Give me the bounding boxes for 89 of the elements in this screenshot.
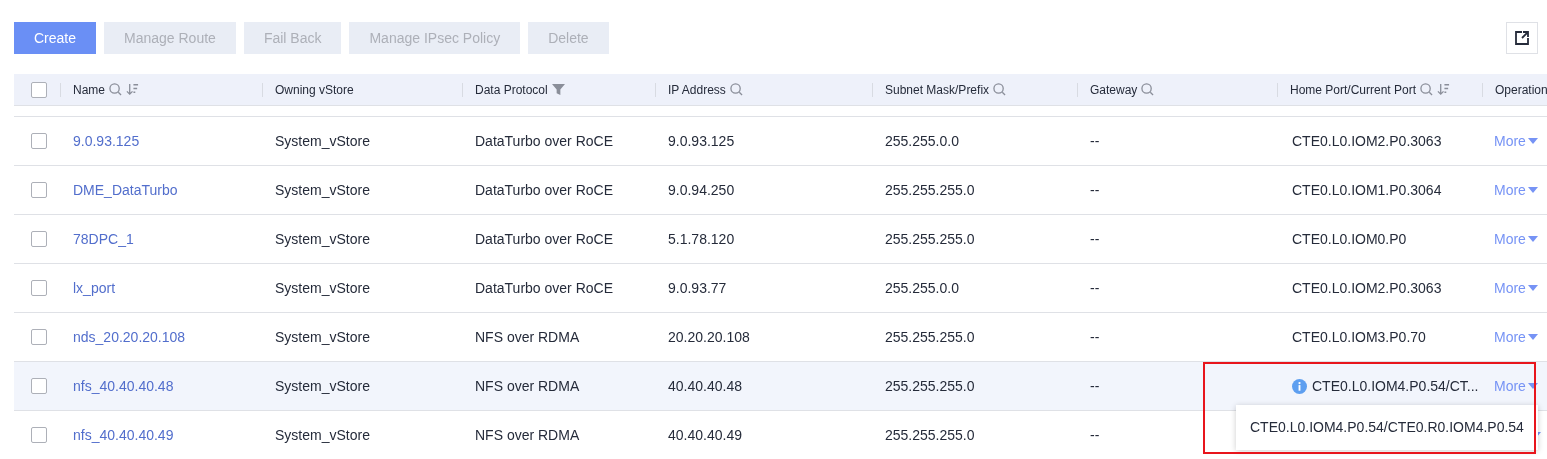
table-cell-text: 9.0.93.77: [668, 278, 727, 298]
export-icon[interactable]: [1506, 22, 1538, 54]
table-cell-text: --: [1090, 278, 1100, 298]
table-cell-text: --: [1090, 180, 1100, 200]
table-cell-text: 9.0.93.125: [668, 131, 735, 151]
checkbox[interactable]: [31, 280, 47, 296]
caret-icon: [1527, 285, 1538, 291]
more-dropdown[interactable]: More: [1494, 228, 1538, 250]
table-cell-text: 255.255.255.0: [885, 327, 975, 347]
more-dropdown[interactable]: More: [1494, 130, 1538, 152]
table-cell-text: NFS over RDMA: [475, 327, 580, 347]
table-cell-text: 20.20.20.108: [668, 327, 750, 347]
checkbox[interactable]: [31, 182, 47, 198]
table-cell-text: System_vStore: [275, 327, 370, 347]
name-link[interactable]: nds_20.20.20.108: [73, 326, 186, 348]
table-cell-text: CTE0.L0.IOM2.P0.3063: [1292, 278, 1442, 298]
more-dropdown[interactable]: More: [1494, 179, 1538, 201]
sort-icon[interactable]: [126, 83, 139, 96]
name-link[interactable]: 9.0.93.125: [73, 130, 140, 152]
table-cell-text: System_vStore: [275, 278, 370, 298]
name-link[interactable]: nfs_40.40.40.49: [73, 424, 174, 446]
table-cell-text: System_vStore: [275, 229, 370, 249]
search-icon[interactable]: [109, 83, 122, 96]
filter-icon[interactable]: [551, 83, 565, 96]
checkbox[interactable]: [31, 133, 47, 149]
table-cell-text: --: [1090, 327, 1100, 347]
column-header: IP Address: [668, 81, 726, 99]
caret-icon: [1527, 383, 1538, 389]
caret-icon: [1527, 138, 1538, 144]
table-cell-text: System_vStore: [275, 180, 370, 200]
tooltip: CTE0.L0.IOM4.P0.54/CTE0.R0.IOM4.P0.54: [1236, 405, 1538, 450]
table-cell-text: CTE0.L0.IOM4.P0.54/CT...: [1312, 376, 1479, 396]
checkbox[interactable]: [31, 378, 47, 394]
table-cell-text: --: [1090, 131, 1100, 151]
table-row[interactable]: nfs_40.40.40.48 System_vStore NFS over RDMA 40.40.40.48 255.255.255.0 -- CTE0.L0.IOM4.P0.54/CT... More: [14, 362, 1547, 411]
table-cell-text: NFS over RDMA: [475, 376, 580, 396]
table-cell-text: System_vStore: [275, 376, 370, 396]
caret-icon: [1527, 187, 1538, 193]
column-header: Gateway: [1090, 81, 1138, 99]
name-link[interactable]: DME_DataTurbo: [73, 179, 178, 201]
table-cell-text: DataTurbo over RoCE: [475, 229, 613, 249]
info-icon[interactable]: [1292, 378, 1307, 394]
table-cell-text: CTE0.L0.IOM1.P0.3064: [1292, 180, 1442, 200]
table-cell-text: 255.255.255.0: [885, 180, 975, 200]
column-header: Data Protocol: [475, 81, 548, 99]
table-cell-text: 255.255.255.0: [885, 229, 975, 249]
table-cell-text: --: [1090, 376, 1100, 396]
more-dropdown[interactable]: More: [1494, 326, 1538, 348]
table-cell-text: NFS over RDMA: [475, 425, 580, 445]
table-cell-text: DataTurbo over RoCE: [475, 131, 613, 151]
name-link[interactable]: lx_port: [73, 277, 116, 299]
search-icon[interactable]: [1420, 83, 1434, 96]
table-cell-text: CTE0.L0.IOM0.P0: [1292, 229, 1407, 249]
caret-icon: [1527, 334, 1538, 340]
table-cell-text: --: [1090, 229, 1100, 249]
checkbox[interactable]: [31, 329, 47, 345]
more-dropdown[interactable]: More: [1494, 277, 1538, 299]
table-cell-text: System_vStore: [275, 425, 370, 445]
table-cell-text: 5.1.78.120: [668, 229, 735, 249]
search-icon[interactable]: [993, 83, 1007, 96]
checkbox[interactable]: [31, 427, 47, 443]
table-cell-text: 255.255.255.0: [885, 425, 975, 445]
toolbar-button[interactable]: Create: [14, 22, 97, 54]
column-header: Subnet Mask/Prefix: [885, 81, 990, 99]
table-cell-text: 40.40.40.48: [668, 376, 742, 396]
table-cell-text: 255.255.0.0: [885, 278, 959, 298]
search-icon[interactable]: [1141, 83, 1155, 96]
table-cell-text: 9.0.94.250: [668, 180, 735, 200]
column-header: Operation: [1495, 81, 1547, 99]
column-header: Home Port/Current Port: [1290, 81, 1417, 99]
table-cell-text: System_vStore: [275, 131, 370, 151]
caret-icon: [1527, 236, 1538, 242]
table-cell-text: --: [1090, 425, 1100, 445]
column-header: Owning vStore: [275, 81, 354, 99]
table-cell-text: 255.255.255.0: [885, 376, 975, 396]
table-cell-text: DataTurbo over RoCE: [475, 180, 613, 200]
column-header: Name: [73, 81, 105, 99]
name-link[interactable]: 78DPC_1: [73, 228, 134, 250]
table-cell-text: 255.255.0.0: [885, 131, 959, 151]
name-link[interactable]: nfs_40.40.40.48: [73, 375, 174, 397]
table-cell-text: CTE0.L0.IOM3.P0.70: [1292, 327, 1426, 347]
search-icon[interactable]: [729, 83, 743, 96]
table-cell-text: CTE0.L0.IOM2.P0.3063: [1292, 131, 1442, 151]
more-dropdown[interactable]: More: [1494, 375, 1538, 397]
table-cell-text: 40.40.40.49: [668, 425, 742, 445]
checkbox[interactable]: [31, 231, 47, 247]
table-cell-text: DataTurbo over RoCE: [475, 278, 613, 298]
checkbox[interactable]: [31, 81, 47, 98]
sort-icon[interactable]: [1437, 83, 1451, 96]
